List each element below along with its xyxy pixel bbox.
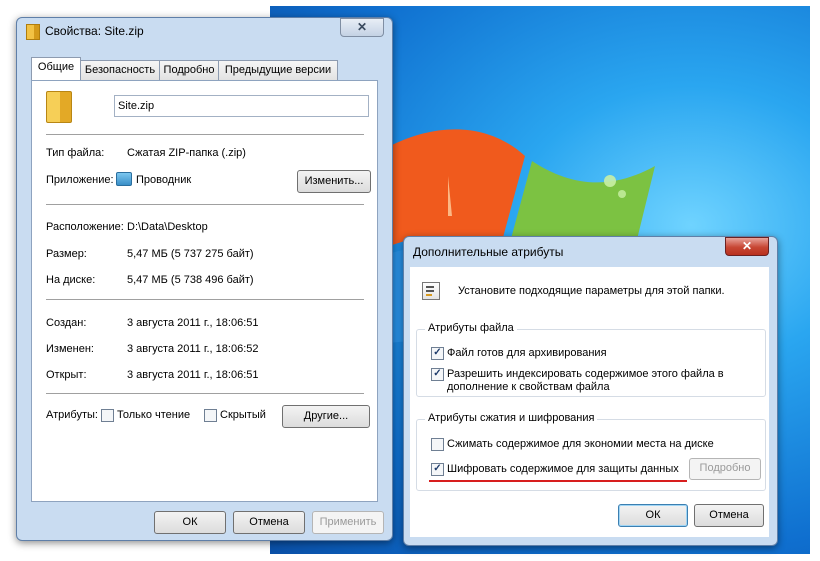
close-button[interactable]: ✕ — [340, 18, 384, 37]
type-label: Тип файла: — [46, 147, 105, 159]
ok-button[interactable]: ОК — [154, 511, 226, 534]
disk-label: На диске: — [46, 274, 96, 286]
location-value: D:\Data\Desktop — [127, 221, 208, 233]
ok-button-label: ОК — [645, 509, 661, 521]
tab-security-label: Безопасность — [84, 64, 156, 76]
change-button-label: Изменить... — [304, 175, 364, 187]
tab-previous-versions-label: Предыдущие версии — [224, 64, 332, 76]
advanced-description: Установите подходящие параметры для этой… — [458, 285, 725, 297]
tab-details[interactable]: Подробно — [159, 60, 219, 80]
app-label: Приложение: — [46, 174, 114, 186]
opened-label: Открыт: — [46, 369, 87, 381]
cancel-button[interactable]: Отмена — [233, 511, 305, 534]
readonly-label[interactable]: Только чтение — [117, 409, 190, 421]
encrypt-label[interactable]: Шифровать содержимое для защиты данных — [447, 463, 679, 475]
archive-checkbox[interactable]: ✓ — [431, 347, 444, 360]
modified-value: 3 августа 2011 г., 18:06:52 — [127, 343, 259, 355]
created-label: Создан: — [46, 317, 87, 329]
separator — [46, 299, 364, 300]
compress-checkbox[interactable] — [431, 438, 444, 451]
index-checkbox[interactable]: ✓ — [431, 368, 444, 381]
explorer-icon — [116, 172, 132, 186]
cancel-button-label: Отмена — [709, 509, 749, 521]
other-attributes-button[interactable]: Другие... — [282, 405, 370, 428]
cancel-button-label: Отмена — [249, 516, 289, 528]
created-value: 3 августа 2011 г., 18:06:51 — [127, 317, 259, 329]
close-icon: ✕ — [741, 239, 753, 253]
separator — [46, 393, 364, 394]
separator — [46, 134, 364, 135]
advanced-title: Дополнительные атрибуты — [413, 245, 564, 259]
advanced-attributes-dialog: Дополнительные атрибуты ✕ Установите под… — [403, 236, 778, 546]
filename-value: Site.zip — [118, 100, 155, 112]
change-button[interactable]: Изменить... — [297, 170, 371, 193]
details-button[interactable]: Подробно — [689, 458, 761, 480]
advanced-titlebar[interactable]: Дополнительные атрибуты ✕ — [404, 237, 777, 263]
index-label-line2[interactable]: дополнение к свойствам файла — [447, 381, 610, 393]
ok-button-label: ОК — [182, 516, 198, 528]
encrypt-checkbox[interactable]: ✓ — [431, 463, 444, 476]
close-icon: ✕ — [356, 20, 368, 34]
compress-encrypt-group: Атрибуты сжатия и шифрования Сжимать сод… — [416, 412, 766, 491]
tab-details-label: Подробно — [163, 64, 215, 76]
properties-titlebar[interactable]: Свойства: Site.zip ✕ — [17, 18, 392, 44]
other-button-label: Другие... — [303, 410, 349, 422]
tab-general[interactable]: Общие — [31, 57, 81, 80]
details-button-label: Подробно — [699, 462, 751, 474]
zip-folder-icon — [46, 91, 72, 123]
tab-strip: Общие Безопасность Подробно Предыдущие в… — [25, 57, 385, 80]
size-value: 5,47 МБ (5 737 275 байт) — [127, 248, 254, 260]
encrypt-highlight-underline — [429, 480, 687, 482]
compress-group-title: Атрибуты сжатия и шифрования — [425, 412, 598, 424]
opened-value: 3 августа 2011 г., 18:06:51 — [127, 369, 259, 381]
folder-zip-icon — [26, 24, 40, 40]
attributes-label: Атрибуты: — [46, 409, 98, 421]
archive-label[interactable]: Файл готов для архивирования — [447, 347, 607, 359]
tab-security[interactable]: Безопасность — [80, 60, 160, 80]
general-tab-panel: Site.zip Тип файла: Сжатая ZIP-папка (.z… — [31, 80, 378, 502]
location-label: Расположение: — [46, 221, 124, 233]
modified-label: Изменен: — [46, 343, 94, 355]
apply-button-label: Применить — [319, 516, 377, 528]
size-label: Размер: — [46, 248, 87, 260]
file-group-title: Атрибуты файла — [425, 322, 517, 334]
cancel-button[interactable]: Отмена — [694, 504, 764, 527]
index-label-line1[interactable]: Разрешить индексировать содержимое этого… — [447, 368, 724, 380]
separator — [46, 204, 364, 205]
close-button[interactable]: ✕ — [725, 237, 769, 256]
file-attributes-group: Атрибуты файла ✓ Файл готов для архивиро… — [416, 322, 766, 397]
compress-label[interactable]: Сжимать содержимое для экономии места на… — [447, 438, 714, 450]
ok-button[interactable]: ОК — [618, 504, 688, 527]
app-value: Проводник — [136, 174, 192, 186]
readonly-checkbox[interactable] — [101, 409, 114, 422]
tab-general-label: Общие — [37, 61, 75, 73]
apply-button[interactable]: Применить — [312, 511, 384, 534]
filename-field[interactable]: Site.zip — [114, 95, 369, 117]
properties-title: Свойства: Site.zip — [45, 24, 144, 38]
advanced-content: Установите подходящие параметры для этой… — [410, 267, 769, 537]
hidden-label[interactable]: Скрытый — [220, 409, 266, 421]
hidden-checkbox[interactable] — [204, 409, 217, 422]
type-value: Сжатая ZIP-папка (.zip) — [127, 147, 246, 159]
attributes-settings-icon — [422, 282, 440, 300]
disk-value: 5,47 МБ (5 738 496 байт) — [127, 274, 254, 286]
screenshot: Свойства: Site.zip ✕ Общие Безопасность … — [0, 0, 820, 561]
properties-dialog: Свойства: Site.zip ✕ Общие Безопасность … — [16, 17, 393, 541]
tab-previous-versions[interactable]: Предыдущие версии — [218, 60, 338, 80]
